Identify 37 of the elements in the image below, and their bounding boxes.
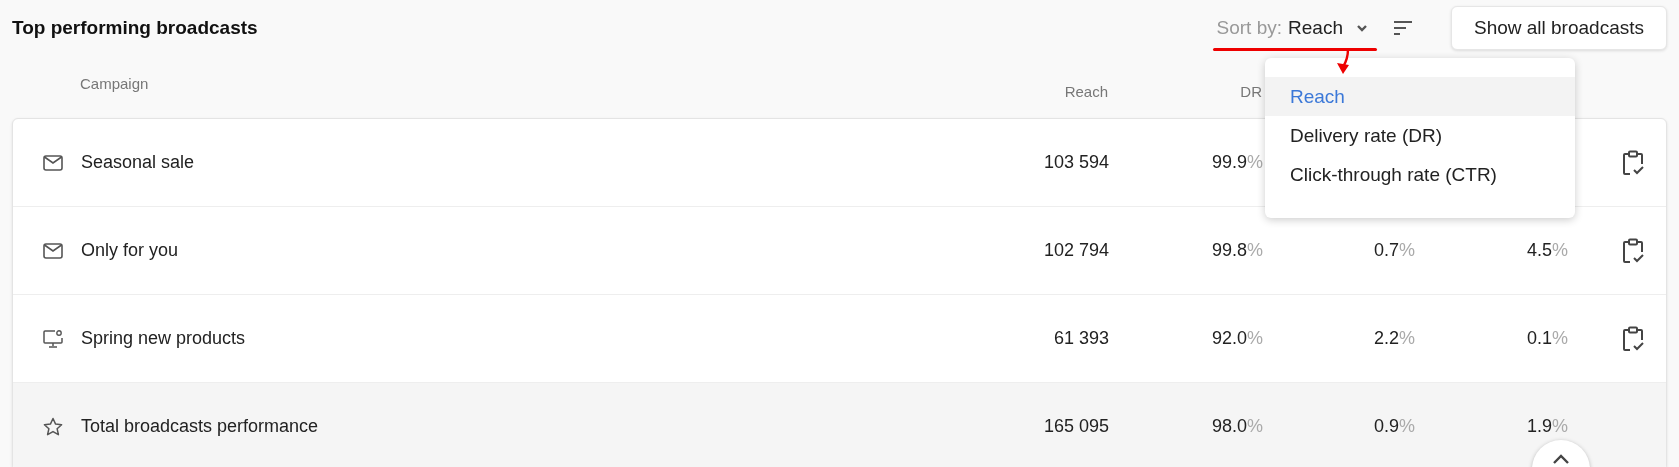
table-cell: 4.5% bbox=[1526, 240, 1568, 261]
menu-item[interactable]: Click-through rate (CTR) bbox=[1265, 155, 1575, 194]
table-cell: 92.0% bbox=[1211, 328, 1263, 349]
show-all-button[interactable]: Show all broadcasts bbox=[1450, 5, 1667, 50]
table-cell: 1.9% bbox=[1526, 416, 1568, 437]
table-cell: 99.9% bbox=[1211, 152, 1263, 173]
table-cell: 98.0% bbox=[1211, 416, 1263, 437]
column-header: Campaign bbox=[80, 75, 150, 94]
table-cell: 2.2% bbox=[1373, 328, 1415, 349]
section-title: Top performing broadcasts bbox=[12, 16, 259, 39]
mail-icon bbox=[43, 242, 63, 259]
menu-item[interactable]: Reach bbox=[1265, 77, 1575, 116]
table-cell: 99.8% bbox=[1211, 240, 1263, 261]
campaign-name: Seasonal sale bbox=[81, 152, 196, 173]
star-icon bbox=[43, 416, 63, 437]
campaign-name: Spring new products bbox=[81, 328, 247, 349]
column-header: DR bbox=[1239, 82, 1262, 100]
clipboard-check-icon[interactable] bbox=[1622, 237, 1644, 264]
table-cell: 0.1% bbox=[1526, 328, 1568, 349]
clipboard-check-icon[interactable] bbox=[1622, 325, 1644, 352]
caret-icon bbox=[1354, 22, 1369, 33]
mail-icon bbox=[43, 154, 63, 171]
campaign-name: Only for you bbox=[81, 240, 180, 261]
column-header: Reach bbox=[1063, 82, 1108, 100]
sort-dropdown[interactable]: Sort by: Reach bbox=[1212, 16, 1373, 39]
table-cell: 61 393 bbox=[1053, 328, 1109, 349]
monitor-icon bbox=[43, 329, 63, 348]
table-cell: 0.7% bbox=[1373, 240, 1415, 261]
menu-item[interactable]: Delivery rate (DR) bbox=[1265, 116, 1575, 155]
table-cell: 102 794 bbox=[1043, 240, 1109, 261]
campaign-name: Total broadcasts performance bbox=[81, 416, 320, 437]
chevron-up-icon bbox=[1552, 454, 1570, 464]
table-cell: 103 594 bbox=[1043, 152, 1109, 173]
sort-icon[interactable] bbox=[1392, 19, 1413, 36]
clipboard-check-icon[interactable] bbox=[1622, 149, 1644, 176]
table-cell: 0.9% bbox=[1373, 416, 1415, 437]
table-cell: 165 095 bbox=[1043, 416, 1109, 437]
